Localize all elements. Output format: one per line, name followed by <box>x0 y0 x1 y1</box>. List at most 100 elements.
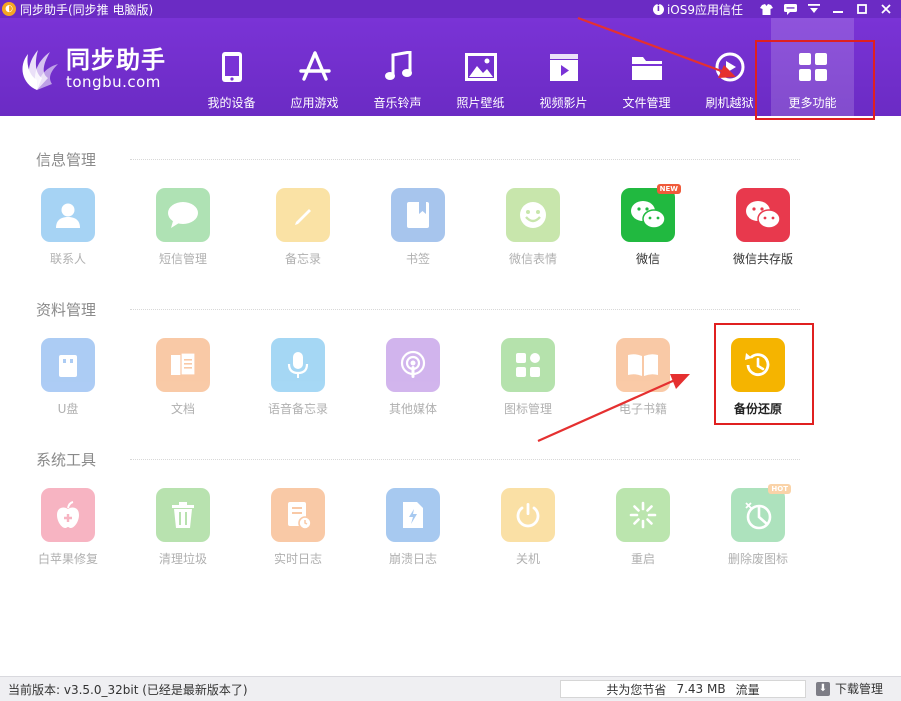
apple-plus-icon <box>41 488 95 542</box>
tile-sms[interactable]: 短信管理 <box>138 188 228 288</box>
tile-label: 清理垃圾 <box>158 552 207 566</box>
traffic-saved: 共为您节省 7.43 MB 流量 <box>560 680 806 698</box>
tile-label: 重启 <box>630 552 655 566</box>
tile-label: 删除废图标 <box>727 552 788 566</box>
tile-label: U盘 <box>57 402 79 416</box>
log-icon <box>271 488 325 542</box>
download-manager-button[interactable]: ⬇ 下载管理 <box>815 680 883 697</box>
nav-label: 我的设备 <box>207 96 256 110</box>
microphone-icon <box>271 338 325 392</box>
section-title-data: 资料管理 <box>36 301 97 319</box>
tile-documents[interactable]: 文档 <box>138 338 228 438</box>
minimize-button[interactable] <box>827 1 849 17</box>
film-icon <box>547 50 581 84</box>
nav-label: 刷机越狱 <box>705 96 754 110</box>
crash-icon <box>386 488 440 542</box>
highlight-more-nav <box>755 40 875 120</box>
message-icon <box>156 188 210 242</box>
download-label: 下载管理 <box>834 682 883 696</box>
app-store-icon <box>298 50 332 84</box>
nav-my-device[interactable]: 我的设备 <box>190 18 273 116</box>
tile-label: 文档 <box>170 402 195 416</box>
tile-usb-drive[interactable]: U盘 <box>23 338 113 438</box>
hot-badge: HOT <box>768 484 791 494</box>
brand-text: 同步助手 tongbu.com <box>66 47 166 91</box>
nav-files[interactable]: 文件管理 <box>605 18 688 116</box>
tile-label: 电子书籍 <box>618 402 667 416</box>
title-bar: ◐ 同步助手(同步推 电脑版) i iOS9应用信任 <box>0 0 901 18</box>
wechat-clone-icon <box>736 188 790 242</box>
tile-delete-dead-icons[interactable]: HOT 删除废图标 <box>713 484 803 588</box>
tile-clean-junk[interactable]: 清理垃圾 <box>138 488 228 588</box>
tile-icon-manager[interactable]: 图标管理 <box>483 338 573 438</box>
maximize-button[interactable] <box>851 1 873 17</box>
tile-crash-log[interactable]: 崩溃日志 <box>368 488 458 588</box>
window-title: 同步助手(同步推 电脑版) <box>20 2 154 17</box>
power-icon <box>501 488 555 542</box>
status-bar: 当前版本: v3.5.0_32bit (已经是最新版本了) 共为您节省 7.43… <box>0 676 901 701</box>
tile-wechat-stickers[interactable]: 微信表情 <box>488 188 578 288</box>
title-bar-controls: i iOS9应用信任 <box>652 0 897 18</box>
wechat-icon: NEW <box>621 184 681 242</box>
app-logo-icon: ◐ <box>2 2 16 16</box>
brand: 同步助手 tongbu.com <box>12 44 166 94</box>
nav-label: 文件管理 <box>622 96 671 110</box>
highlight-backup-tile <box>714 323 814 425</box>
tile-realtime-log[interactable]: 实时日志 <box>253 488 343 588</box>
tile-contacts[interactable]: 联系人 <box>23 188 113 288</box>
nav-photos[interactable]: 照片壁纸 <box>439 18 522 116</box>
bookmark-icon <box>391 188 445 242</box>
image-icon <box>464 50 498 84</box>
section-divider <box>130 309 800 310</box>
tile-label: 实时日志 <box>273 552 322 566</box>
folder-icon <box>630 50 664 84</box>
nav-label: 音乐铃声 <box>373 96 422 110</box>
tile-restart[interactable]: 重启 <box>598 488 688 588</box>
nav-music[interactable]: 音乐铃声 <box>356 18 439 116</box>
traffic-value: 7.43 MB <box>676 682 726 696</box>
brand-name-en: tongbu.com <box>66 73 161 91</box>
skin-icon[interactable] <box>755 1 777 17</box>
tile-bookmarks[interactable]: 书签 <box>373 188 463 288</box>
book-icon <box>616 338 670 392</box>
section-title-info: 信息管理 <box>36 151 97 169</box>
section-divider <box>130 159 800 160</box>
brand-logo-icon <box>12 44 62 94</box>
tile-label: 其他媒体 <box>388 402 437 416</box>
nav-apps-games[interactable]: 应用游戏 <box>273 18 356 116</box>
tile-shutdown[interactable]: 关机 <box>483 488 573 588</box>
restart-icon <box>616 488 670 542</box>
nav-label: 应用游戏 <box>290 96 339 110</box>
info-icon: i <box>652 3 664 15</box>
tile-label: 微信共存版 <box>732 252 793 266</box>
tile-label: 崩溃日志 <box>388 552 437 566</box>
version-text: 当前版本: v3.5.0_32bit (已经是最新版本了) <box>8 682 248 697</box>
phone-icon <box>215 50 249 84</box>
tile-notes[interactable]: 备忘录 <box>258 188 348 288</box>
pie-icon: HOT <box>731 484 791 542</box>
menu-icon[interactable] <box>803 1 825 17</box>
close-button[interactable] <box>875 1 897 17</box>
smiley-icon <box>506 188 560 242</box>
nav-label: 视频影片 <box>539 96 588 110</box>
nav-videos[interactable]: 视频影片 <box>522 18 605 116</box>
feedback-icon[interactable] <box>779 1 801 17</box>
tile-wechat-clone[interactable]: 微信共存版 <box>718 188 808 288</box>
tile-label: 语音备忘录 <box>267 402 328 416</box>
tile-ebooks[interactable]: 电子书籍 <box>598 338 688 438</box>
tile-label: 书签 <box>405 252 430 266</box>
ios-trust-link[interactable]: i iOS9应用信任 <box>652 1 743 18</box>
tile-voice-memos[interactable]: 语音备忘录 <box>253 338 343 438</box>
tile-label: 短信管理 <box>158 252 207 266</box>
tile-label: 白苹果修复 <box>37 552 98 566</box>
tile-white-apple-fix[interactable]: 白苹果修复 <box>23 488 113 588</box>
tile-label: 微信表情 <box>508 252 557 266</box>
music-note-icon <box>381 50 415 84</box>
jailbreak-icon <box>713 50 747 84</box>
usb-icon <box>41 338 95 392</box>
traffic-prefix: 共为您节省 <box>606 682 667 697</box>
document-icon <box>156 338 210 392</box>
tile-wechat[interactable]: NEW 微信 <box>603 184 693 288</box>
tile-label: 图标管理 <box>503 402 552 416</box>
tile-other-media[interactable]: 其他媒体 <box>368 338 458 438</box>
